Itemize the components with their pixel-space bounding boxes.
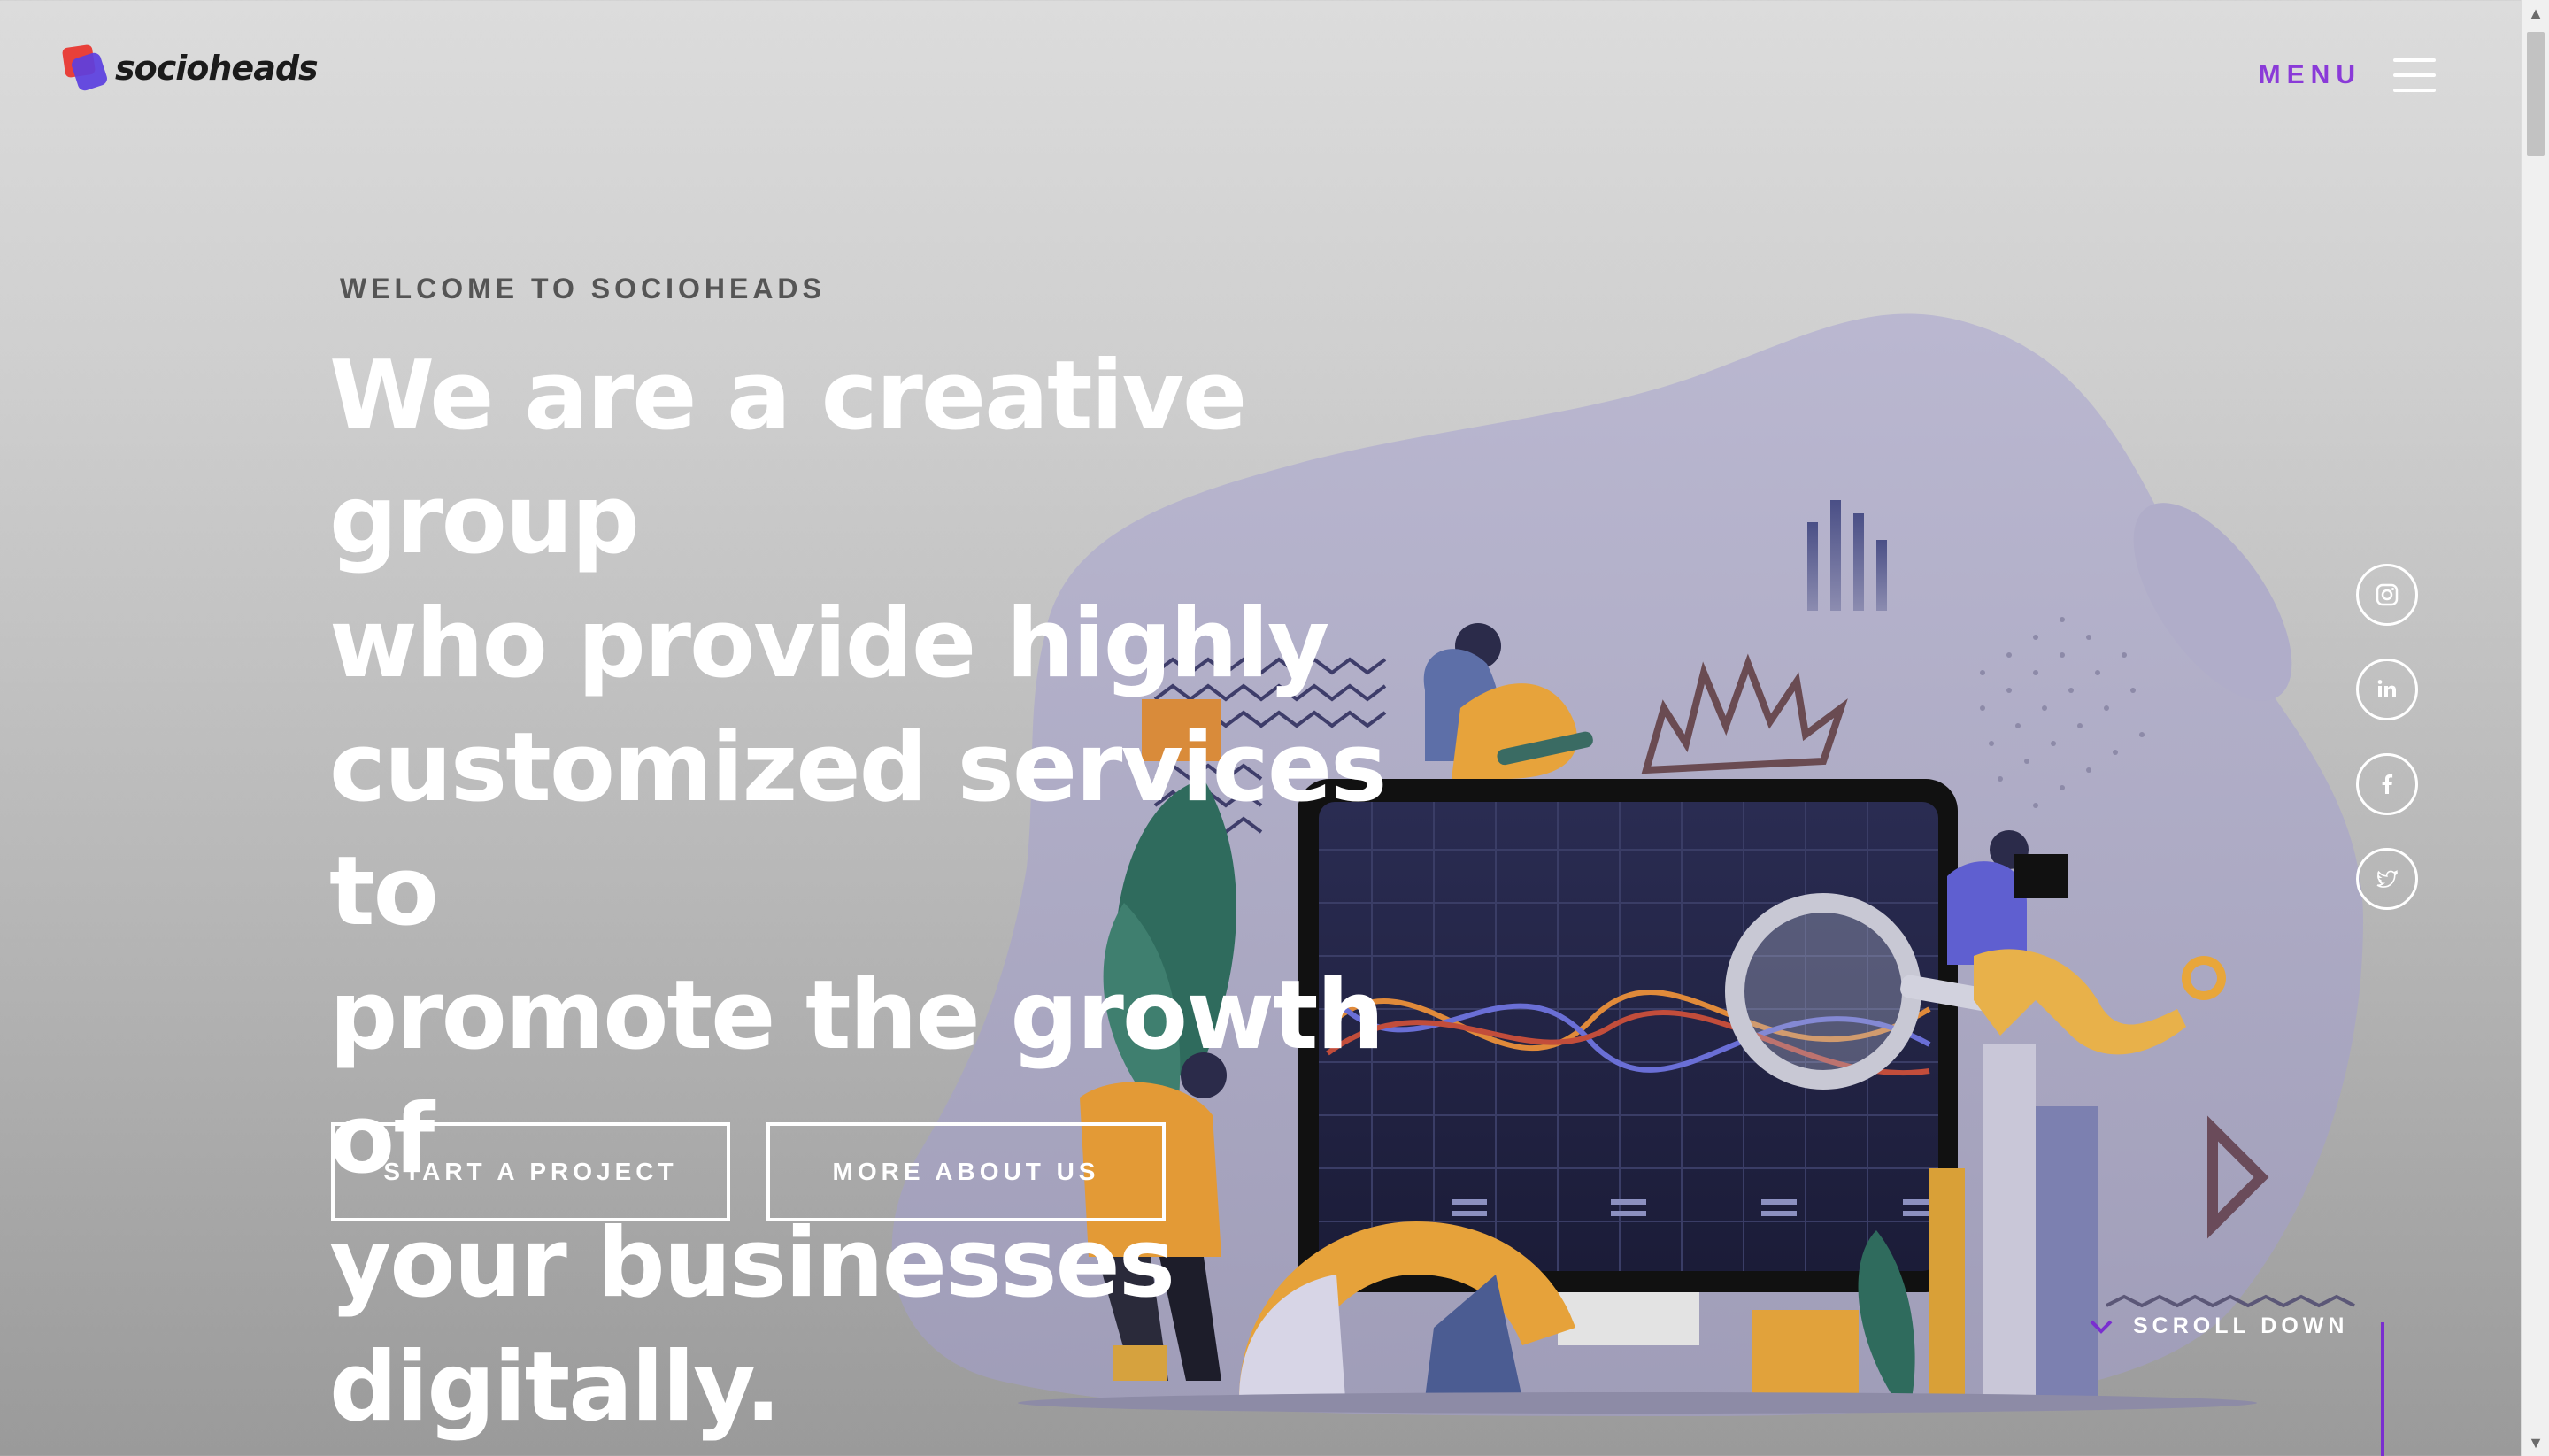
- facebook-icon: [2382, 774, 2393, 794]
- facebook-link[interactable]: [2356, 753, 2418, 815]
- instagram-link[interactable]: [2356, 564, 2418, 626]
- instagram-icon: [2376, 583, 2399, 606]
- vertical-scrollbar[interactable]: ▲ ▼: [2521, 0, 2549, 1456]
- linkedin-link[interactable]: [2356, 659, 2418, 720]
- page: socioheads MENU WELCOME TO SOCIOHEADS We…: [0, 0, 2521, 1456]
- headline-line: your businesses digitally.: [329, 1208, 1175, 1443]
- scrollbar-thumb[interactable]: [2527, 32, 2545, 156]
- chevron-down-icon: [2090, 1320, 2113, 1334]
- hero-headline: We are a creative group who provide high…: [329, 335, 1498, 1450]
- start-project-button[interactable]: START A PROJECT: [331, 1122, 730, 1221]
- scroll-down-arrow-icon[interactable]: ▼: [2522, 1429, 2549, 1456]
- more-about-us-button[interactable]: MORE ABOUT US: [766, 1122, 1166, 1221]
- headline-line: We are a creative group: [329, 341, 1247, 575]
- twitter-icon: [2376, 869, 2398, 888]
- headline-line: who provide highly: [329, 589, 1329, 699]
- scroll-indicator-line: [2381, 1322, 2384, 1456]
- scroll-down-link[interactable]: SCROLL DOWN: [2089, 1313, 2348, 1339]
- linkedin-icon: [2377, 680, 2396, 697]
- twitter-link[interactable]: [2356, 848, 2418, 910]
- scroll-down-label: SCROLL DOWN: [2133, 1313, 2349, 1338]
- scroll-up-arrow-icon[interactable]: ▲: [2522, 0, 2549, 27]
- headline-line: customized services to: [329, 713, 1387, 947]
